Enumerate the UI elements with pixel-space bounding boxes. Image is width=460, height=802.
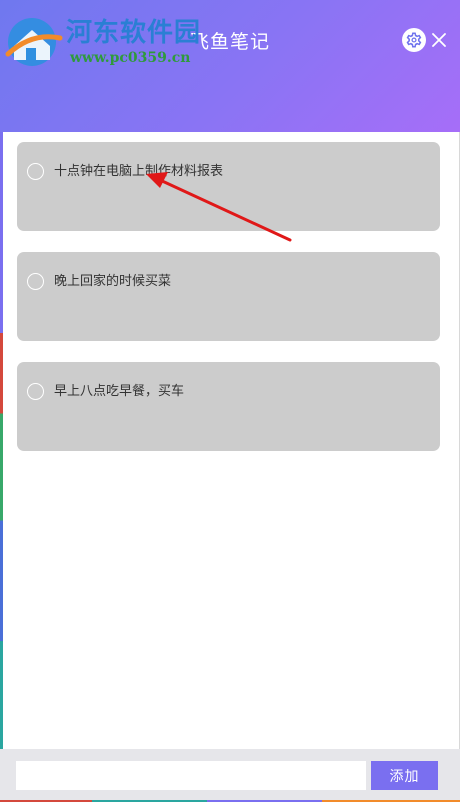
close-button[interactable] bbox=[429, 30, 449, 50]
watermark: 河东软件园 www.pc0359.cn bbox=[4, 6, 214, 68]
watermark-logo-icon bbox=[5, 18, 63, 66]
note-checkbox[interactable] bbox=[27, 383, 44, 400]
note-item[interactable]: 晚上回家的时候买菜 bbox=[17, 252, 440, 341]
note-item[interactable]: 十点钟在电脑上制作材料报表 bbox=[17, 142, 440, 231]
note-text: 十点钟在电脑上制作材料报表 bbox=[54, 164, 224, 179]
left-edge-strip bbox=[0, 132, 3, 802]
note-checkbox[interactable] bbox=[27, 163, 44, 180]
watermark-name: 河东软件园 bbox=[66, 18, 202, 48]
note-input[interactable] bbox=[16, 761, 366, 790]
note-checkbox[interactable] bbox=[27, 273, 44, 290]
note-text: 晚上回家的时候买菜 bbox=[54, 274, 172, 289]
note-text: 早上八点吃早餐，买车 bbox=[54, 384, 185, 399]
notes-list: 十点钟在电脑上制作材料报表 晚上回家的时候买菜 早上八点吃早餐，买车 bbox=[17, 142, 440, 472]
app-window: 飞鱼笔记 河东软件园 www.pc0359.cn 十点钟在电脑上制作材料报表 晚… bbox=[0, 0, 460, 802]
add-button[interactable]: 添加 bbox=[371, 761, 438, 790]
note-item[interactable]: 早上八点吃早餐，买车 bbox=[17, 362, 440, 451]
close-icon bbox=[432, 33, 446, 47]
gear-icon bbox=[406, 32, 422, 48]
settings-button[interactable] bbox=[402, 28, 426, 52]
footer: 添加 bbox=[0, 749, 460, 802]
watermark-url: www.pc0359.cn bbox=[70, 50, 191, 66]
